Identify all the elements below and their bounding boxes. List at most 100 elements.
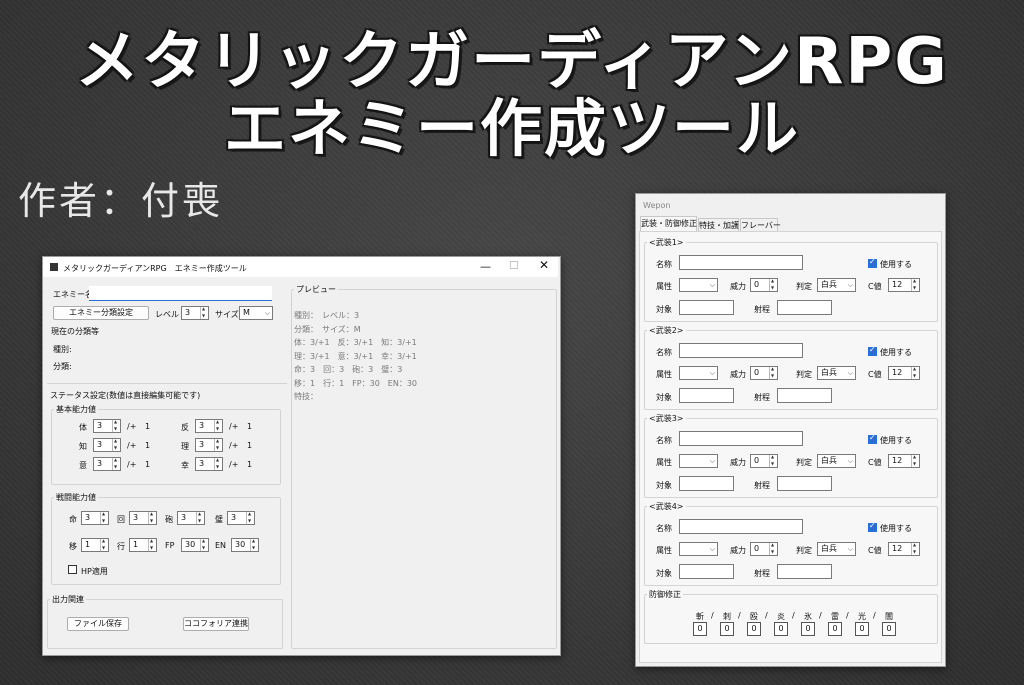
stepper-arrows-icon[interactable] (214, 438, 222, 451)
stepper-arrows-icon[interactable] (769, 454, 777, 467)
stepper-arrows-icon[interactable] (148, 511, 156, 524)
tab-0[interactable]: 武装・防御修正 (640, 216, 697, 232)
enemy-name-input[interactable] (89, 286, 272, 301)
basic-stat-label: 意 (79, 461, 87, 470)
c-value-stepper[interactable]: 12 (888, 278, 920, 292)
enemy-class-button[interactable]: エネミー分類設定 (53, 306, 149, 320)
weapon-name-input[interactable] (679, 519, 803, 534)
hp-apply-checkbox[interactable] (68, 565, 77, 574)
stepper-arrows-icon[interactable] (100, 511, 108, 524)
stepper-arrows-icon[interactable] (769, 366, 777, 379)
stepper-arrows-icon[interactable] (214, 419, 222, 432)
basic-stat-stepper[interactable]: 3 (195, 438, 223, 452)
stepper-arrows-icon[interactable] (911, 542, 919, 555)
tab-2[interactable]: フレーバー (740, 218, 781, 232)
judge-select[interactable]: 白兵 ⌵ (817, 542, 856, 556)
stepper-arrows-icon[interactable] (112, 438, 120, 451)
use-checkbox[interactable] (868, 433, 877, 444)
weapon-name-input[interactable] (679, 343, 803, 358)
preview-line: 特技： (294, 392, 318, 401)
stepper-arrows-icon[interactable] (911, 278, 919, 291)
c-value-stepper[interactable]: 12 (888, 542, 920, 556)
c-value-stepper[interactable]: 12 (888, 366, 920, 380)
attr-select[interactable]: ⌵ (679, 542, 718, 556)
defense-input[interactable]: 0 (801, 622, 815, 636)
attr-select[interactable]: ⌵ (679, 278, 718, 292)
name-label: 名称 (656, 436, 672, 445)
target-input[interactable] (679, 388, 734, 403)
defense-input[interactable]: 0 (855, 622, 869, 636)
power-stepper[interactable]: 0 (750, 278, 778, 292)
defense-input[interactable]: 0 (720, 622, 734, 636)
range-label: 射程 (754, 305, 770, 314)
cocofolia-button[interactable]: ココフォリア連携 (183, 617, 249, 631)
basic-stat-stepper[interactable]: 3 (93, 419, 121, 433)
bonus-value: 1 (247, 422, 253, 431)
battle-stat-stepper[interactable]: 3 (129, 511, 157, 525)
power-stepper[interactable]: 0 (750, 542, 778, 556)
stepper-arrows-icon[interactable] (769, 278, 777, 291)
stepper-arrows-icon[interactable] (246, 511, 254, 524)
battle-stat-stepper[interactable]: 1 (129, 538, 157, 552)
weapon-group-title: <武装1> (647, 237, 686, 248)
target-input[interactable] (679, 564, 734, 579)
power-stepper[interactable]: 0 (750, 454, 778, 468)
range-input[interactable] (777, 564, 832, 579)
defense-input[interactable]: 0 (882, 622, 896, 636)
maximize-icon[interactable]: ☐ (509, 259, 519, 272)
battle-stat-stepper[interactable]: 3 (177, 511, 205, 525)
defense-label: 斬 (696, 612, 704, 621)
divider (47, 383, 287, 384)
level-stepper[interactable]: 3 (181, 306, 209, 320)
power-stepper[interactable]: 0 (750, 366, 778, 380)
battle-stat-stepper[interactable]: 3 (227, 511, 255, 525)
close-icon[interactable]: ✕ (539, 258, 549, 272)
range-input[interactable] (777, 476, 832, 491)
defense-input[interactable]: 0 (747, 622, 761, 636)
judge-select[interactable]: 白兵 ⌵ (817, 366, 856, 380)
target-input[interactable] (679, 300, 734, 315)
target-input[interactable] (679, 476, 734, 491)
judge-select[interactable]: 白兵 ⌵ (817, 454, 856, 468)
save-file-button[interactable]: ファイル保存 (67, 617, 129, 631)
defense-input[interactable]: 0 (774, 622, 788, 636)
battle-stat-stepper[interactable]: 1 (81, 538, 109, 552)
battle-stat-stepper[interactable]: 30 (181, 538, 209, 552)
stepper-arrows-icon[interactable] (911, 454, 919, 467)
battle-stat-stepper[interactable]: 3 (81, 511, 109, 525)
use-checkbox[interactable] (868, 345, 877, 356)
judge-select[interactable]: 白兵 ⌵ (817, 278, 856, 292)
c-value-stepper[interactable]: 12 (888, 454, 920, 468)
stepper-arrows-icon[interactable] (148, 538, 156, 551)
defense-input[interactable]: 0 (693, 622, 707, 636)
range-label: 射程 (754, 393, 770, 402)
use-checkbox[interactable] (868, 521, 877, 532)
tab-1[interactable]: 特技・加護 (698, 218, 739, 232)
attr-select[interactable]: ⌵ (679, 366, 718, 380)
minimize-icon[interactable]: — (480, 260, 491, 273)
stepper-arrows-icon[interactable] (769, 542, 777, 555)
battle-stat-stepper[interactable]: 30 (231, 538, 259, 552)
stepper-arrows-icon[interactable] (100, 538, 108, 551)
stepper-arrows-icon[interactable] (911, 366, 919, 379)
basic-stat-stepper[interactable]: 3 (93, 438, 121, 452)
stepper-arrows-icon[interactable] (112, 457, 120, 470)
basic-stat-stepper[interactable]: 3 (93, 457, 121, 471)
current-class-label: 現在の分類等 (51, 327, 99, 336)
range-input[interactable] (777, 388, 832, 403)
stepper-arrows-icon[interactable] (196, 511, 204, 524)
stepper-arrows-icon[interactable] (200, 538, 208, 551)
basic-stat-stepper[interactable]: 3 (195, 457, 223, 471)
weapon-name-input[interactable] (679, 255, 803, 270)
weapon-name-input[interactable] (679, 431, 803, 446)
stepper-arrows-icon[interactable] (112, 419, 120, 432)
stepper-arrows-icon[interactable] (214, 457, 222, 470)
attr-select[interactable]: ⌵ (679, 454, 718, 468)
defense-input[interactable]: 0 (828, 622, 842, 636)
stepper-arrows-icon[interactable] (250, 538, 258, 551)
size-select[interactable]: M ⌵ (239, 306, 273, 320)
battle-stat-label: FP (165, 541, 175, 550)
use-checkbox[interactable] (868, 257, 877, 268)
range-input[interactable] (777, 300, 832, 315)
basic-stat-stepper[interactable]: 3 (195, 419, 223, 433)
